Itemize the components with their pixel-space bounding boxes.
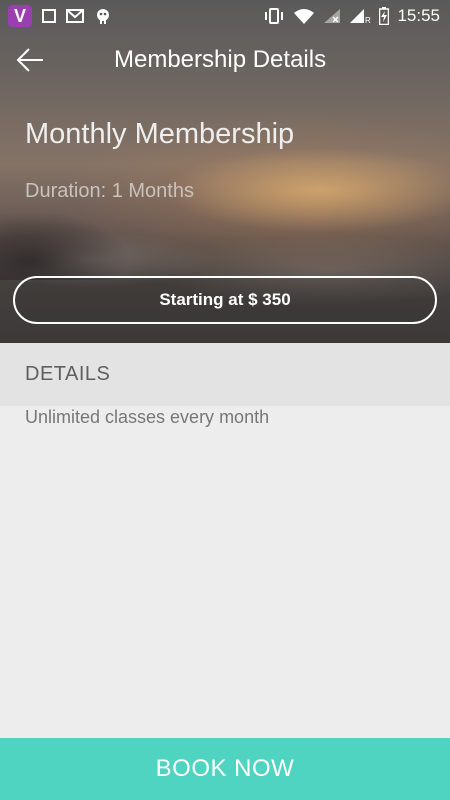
battery-charging-icon (379, 7, 390, 25)
signal-no-data-icon (324, 9, 341, 23)
back-arrow-icon (16, 48, 43, 72)
details-description: Unlimited classes every month (25, 407, 270, 427)
price-button[interactable]: Starting at $ 350 (13, 276, 437, 324)
status-notifications: V (0, 5, 112, 27)
wifi-icon (294, 9, 315, 24)
membership-name: Monthly Membership (25, 118, 295, 150)
app-logo-icon: V (8, 5, 32, 27)
status-system: R 15:55 (263, 6, 450, 26)
details-section-header: DETAILS (0, 343, 450, 406)
square-notification-icon (42, 9, 56, 23)
hero-mountain-silhouette (0, 190, 190, 280)
gmail-icon (66, 9, 84, 23)
status-time: 15:55 (397, 6, 440, 25)
details-header-label: DETAILS (25, 363, 111, 385)
svg-text:R: R (365, 16, 371, 24)
vibrate-icon (265, 8, 284, 24)
membership-duration: Duration: 1 Months (25, 180, 194, 202)
app-toolbar: Membership Details (0, 32, 450, 88)
android-debug-icon (97, 9, 109, 24)
back-button[interactable] (0, 32, 60, 88)
page-title: Membership Details (114, 46, 327, 73)
status-bar: V R 15:55 (0, 0, 450, 32)
book-now-button[interactable]: BOOK NOW (0, 738, 450, 800)
signal-roaming-icon: R (350, 9, 371, 24)
